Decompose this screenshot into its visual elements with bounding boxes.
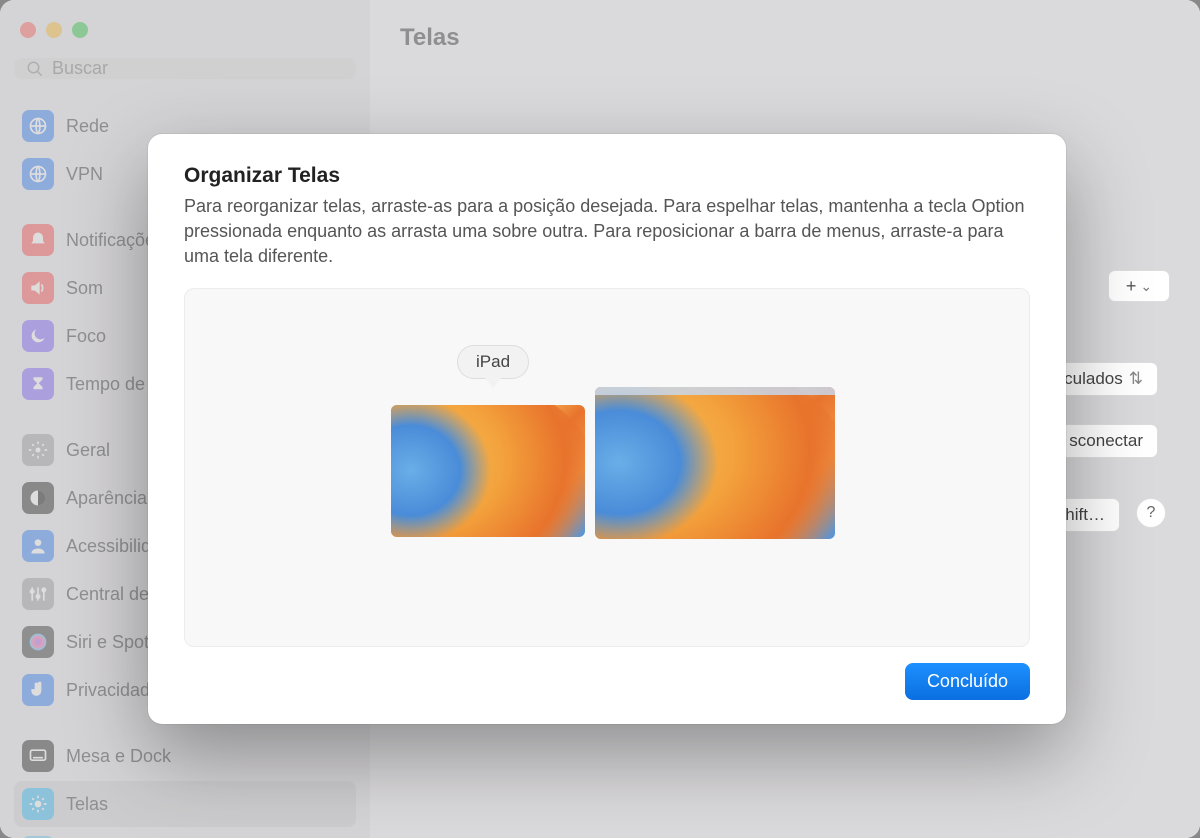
sidebar-item-label: Som <box>66 278 103 299</box>
sidebar-item-label: Telas <box>66 794 108 815</box>
speaker-icon <box>22 272 54 304</box>
sidebar-item-mesa-e-dock[interactable]: Mesa e Dock <box>14 733 356 779</box>
plus-icon: + <box>1126 276 1137 297</box>
moon-icon <box>22 320 54 352</box>
arrange-displays-dialog: Organizar Telas Para reorganizar telas, … <box>148 134 1066 724</box>
sidebar-item-label: Rede <box>66 116 109 137</box>
person-icon <box>22 530 54 562</box>
sidebar-item-label: Foco <box>66 326 106 347</box>
sidebar-item-label: Geral <box>66 440 110 461</box>
dialog-description: Para reorganizar telas, arraste-as para … <box>184 194 1030 270</box>
window-controls <box>14 16 356 58</box>
zoom-window-button[interactable] <box>72 22 88 38</box>
close-window-button[interactable] <box>20 22 36 38</box>
search-input[interactable] <box>52 58 344 79</box>
siri-icon <box>22 626 54 658</box>
sidebar-item-label: Privacidade <box>66 680 160 701</box>
sidebar-item-label: Aparência <box>66 488 147 509</box>
sidebar-item-imagem-de-fundo[interactable]: Imagem de Fundo <box>14 829 356 838</box>
dock-icon <box>22 740 54 772</box>
sidebar-item-telas[interactable]: Telas <box>14 781 356 827</box>
help-button[interactable]: ? <box>1136 498 1166 528</box>
globe-icon <box>22 158 54 190</box>
bell-icon <box>22 224 54 256</box>
menubar-indicator[interactable] <box>595 387 835 395</box>
sidebar-item-label: Mesa e Dock <box>66 746 171 767</box>
sun-icon <box>22 788 54 820</box>
sidebar-item-label: VPN <box>66 164 103 185</box>
page-title: Telas <box>400 24 1170 52</box>
chevron-down-icon: ⌄ <box>1140 278 1152 295</box>
display-tooltip-ipad: iPad <box>457 345 529 379</box>
contrast-icon <box>22 482 54 514</box>
hand-icon <box>22 674 54 706</box>
display-arrangement-area[interactable]: iPad <box>184 288 1030 647</box>
sliders-icon <box>22 578 54 610</box>
updown-icon: ⇅ <box>1129 369 1143 389</box>
minimize-window-button[interactable] <box>46 22 62 38</box>
search-field-wrap[interactable] <box>14 58 356 79</box>
dialog-title: Organizar Telas <box>184 164 1030 188</box>
gear-icon <box>22 434 54 466</box>
display-thumb-ipad[interactable] <box>391 405 585 537</box>
display-thumb-main[interactable] <box>595 387 835 539</box>
dialog-footer: Concluído <box>184 647 1030 700</box>
search-icon <box>26 60 44 78</box>
disconnect-button-partial[interactable]: sconectar <box>1054 424 1158 458</box>
hourglass-icon <box>22 368 54 400</box>
done-button[interactable]: Concluído <box>905 663 1030 700</box>
add-display-button[interactable]: + ⌄ <box>1108 270 1170 302</box>
globe-icon <box>22 110 54 142</box>
